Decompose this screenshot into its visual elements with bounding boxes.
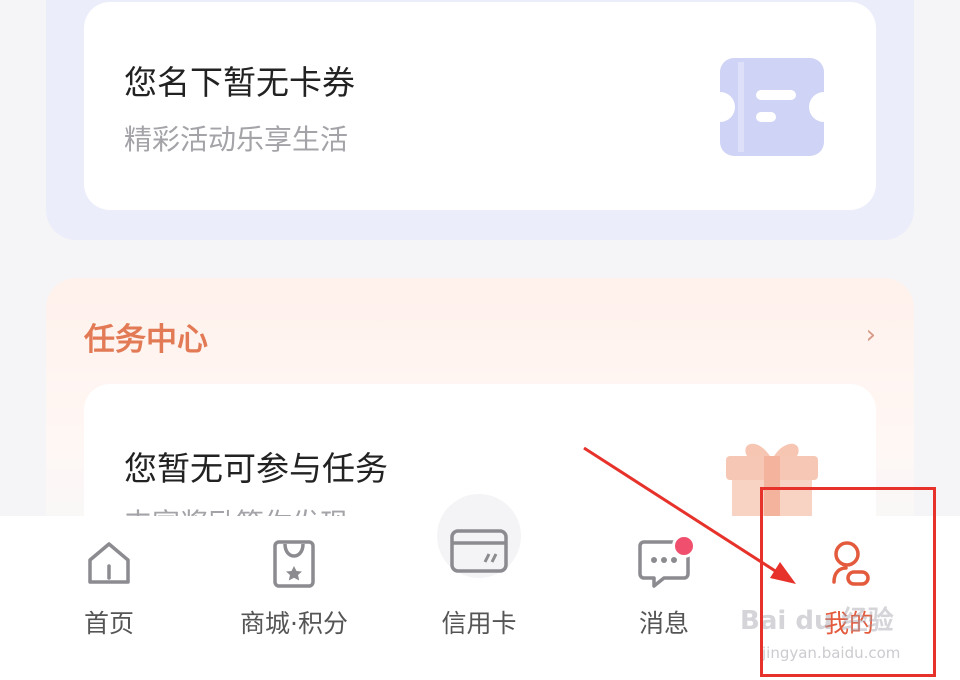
coupon-subtitle: 精彩活动乐享生活 xyxy=(124,123,349,156)
message-badge xyxy=(672,534,696,558)
tab-messages[interactable]: 消息 xyxy=(589,516,739,666)
credit-card-icon xyxy=(449,528,509,578)
tab-messages-label: 消息 xyxy=(638,609,689,638)
task-center-title: 任务中心 xyxy=(84,322,208,358)
tab-mall-points-label: 商城·积分 xyxy=(240,609,348,638)
tab-credit-card-label: 信用卡 xyxy=(441,609,517,638)
shopping-bag-icon xyxy=(269,538,319,594)
chevron-right-icon[interactable]: › xyxy=(866,320,876,350)
tab-home[interactable]: 首页 xyxy=(34,516,184,666)
tab-mall-points[interactable]: 商城·积分 xyxy=(219,516,369,666)
user-icon xyxy=(824,538,874,594)
watermark-url: jingyan.baidu.com xyxy=(762,644,901,662)
coupon-card[interactable]: 您名下暂无卡券 精彩活动乐享生活 xyxy=(84,2,876,210)
coupon-title: 您名下暂无卡券 xyxy=(124,63,355,102)
task-card-title: 您暂无可参与任务 xyxy=(124,449,388,488)
watermark-brand: Bai du 经验 xyxy=(740,606,894,636)
tab-home-label: 首页 xyxy=(83,609,134,638)
tab-credit-card[interactable]: 信用卡 xyxy=(404,516,554,666)
ticket-icon xyxy=(720,58,824,160)
home-icon xyxy=(84,538,134,592)
